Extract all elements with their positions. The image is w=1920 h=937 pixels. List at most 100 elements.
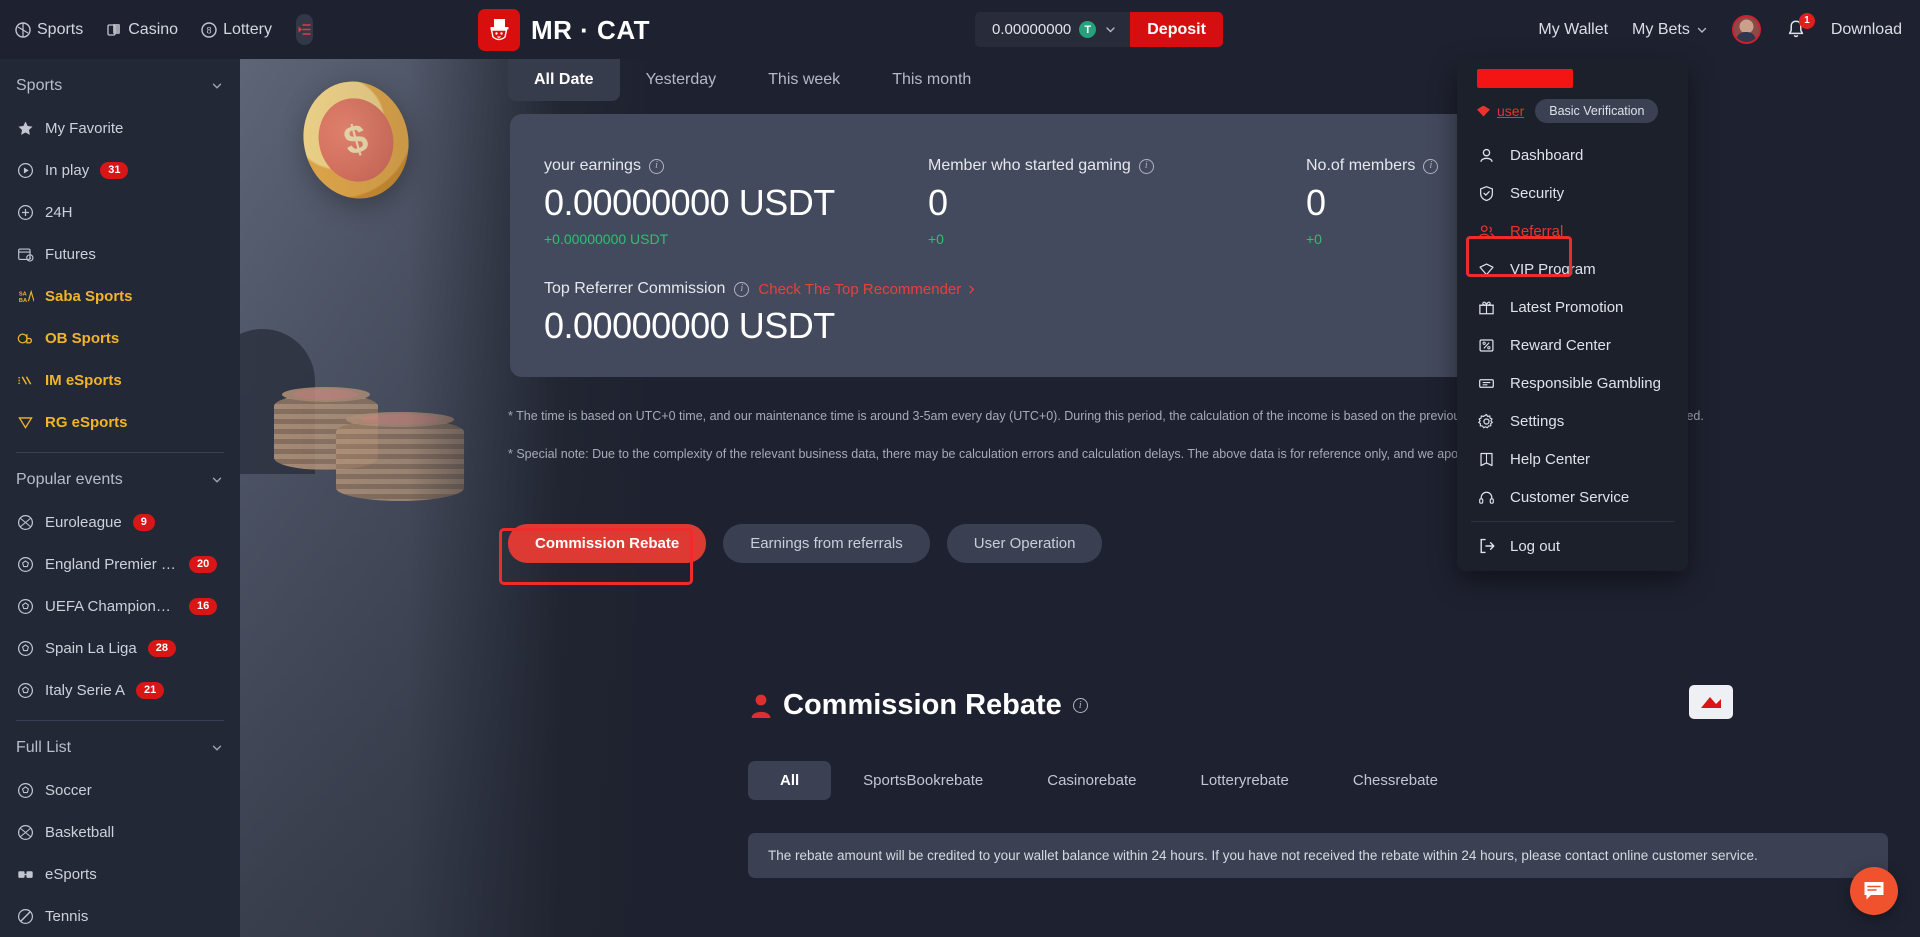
top-bar-left-nav: Sports Casino 8 Lottery bbox=[0, 0, 313, 59]
dropdown-item-label: Help Center bbox=[1510, 450, 1591, 468]
chevron-down-icon bbox=[210, 741, 224, 755]
mode-tab-user-operation[interactable]: User Operation bbox=[946, 524, 1103, 563]
stat-no-of-members: No.of members i 0 +0 bbox=[1306, 157, 1439, 247]
verification-badge[interactable]: Basic Verification bbox=[1535, 99, 1659, 123]
sidebar-item-24h[interactable]: 24H bbox=[16, 191, 224, 233]
mode-tab-earnings-from-referrals[interactable]: Earnings from referrals bbox=[723, 524, 930, 563]
sidebar-section-popular-events[interactable]: Popular events bbox=[16, 459, 224, 501]
sidebar-item-futures[interactable]: Futures bbox=[16, 233, 224, 275]
notifications-button[interactable]: 1 bbox=[1785, 12, 1815, 42]
deposit-button[interactable]: Deposit bbox=[1130, 12, 1223, 47]
chat-bubble-icon bbox=[1861, 878, 1887, 904]
topnav-item-sports[interactable]: Sports bbox=[14, 21, 83, 39]
app-root: $ Sports Casino 8 Lo bbox=[0, 0, 1920, 937]
dropdown-item-referral[interactable]: Referral bbox=[1457, 212, 1688, 250]
stat-value-members: 0 bbox=[1306, 182, 1326, 223]
rebate-tab-chessrebate[interactable]: Chessrebate bbox=[1321, 761, 1470, 800]
collapse-sidebar-icon bbox=[296, 21, 313, 38]
svg-text:8: 8 bbox=[206, 25, 211, 35]
sidebar-section-sports[interactable]: Sports bbox=[16, 65, 224, 107]
rebate-tab-sportsbookrebate[interactable]: SportsBookrebate bbox=[831, 761, 1015, 800]
dropdown-item-help-center[interactable]: Help Center bbox=[1457, 440, 1688, 478]
book-icon bbox=[1477, 450, 1496, 469]
rebate-tab-all[interactable]: All bbox=[748, 761, 832, 800]
brand-logo[interactable]: MR · CAT bbox=[478, 9, 650, 51]
sidebar-item-tennis[interactable]: Tennis bbox=[16, 895, 224, 937]
sidebar-section-full-list[interactable]: Full List bbox=[16, 727, 224, 769]
check-top-recommender-link[interactable]: Check The Top Recommender bbox=[758, 281, 977, 298]
sidebar-item-saba-sports[interactable]: SA BA Saba Sports bbox=[16, 275, 224, 317]
info-icon[interactable]: i bbox=[1072, 698, 1088, 713]
sidebar-item-ob-sports[interactable]: OB Sports bbox=[16, 317, 224, 359]
topnav-item-casino[interactable]: Casino bbox=[105, 21, 178, 39]
sidebar-item-badge: 31 bbox=[100, 161, 129, 179]
mode-tab-group: Commission Rebate Earnings from referrals… bbox=[508, 524, 1103, 563]
sidebar-item-esports[interactable]: eSports bbox=[16, 853, 224, 895]
balance-selector[interactable]: 0.00000000 T bbox=[975, 12, 1131, 47]
sidebar-item-soccer[interactable]: Soccer bbox=[16, 769, 224, 811]
shield-check-icon bbox=[1477, 184, 1496, 203]
dropdown-item-reward-center[interactable]: Reward Center bbox=[1457, 326, 1688, 364]
cat-top-hat-icon bbox=[478, 9, 520, 51]
date-tab-all-date[interactable]: All Date bbox=[508, 59, 620, 101]
sidebar-divider bbox=[16, 720, 224, 721]
dropdown-item-responsible-gambling[interactable]: Responsible Gambling bbox=[1457, 364, 1688, 402]
person-icon bbox=[750, 693, 772, 719]
my-wallet-link[interactable]: My Wallet bbox=[1538, 21, 1608, 39]
sidebar-item-england-premier-lea[interactable]: England Premier Lea... 20 bbox=[16, 543, 224, 585]
avatar[interactable] bbox=[1731, 15, 1761, 44]
dropdown-item-log-out[interactable]: Log out bbox=[1457, 527, 1688, 565]
info-icon[interactable]: i bbox=[1423, 158, 1439, 174]
diamond-icon bbox=[1477, 260, 1496, 279]
stat-value-earnings: 0.00000000 USDT bbox=[544, 182, 835, 223]
mode-tab-commission-rebate[interactable]: Commission Rebate bbox=[508, 524, 707, 563]
ob-icon bbox=[16, 329, 34, 347]
date-tab-this-month[interactable]: This month bbox=[866, 59, 997, 101]
dropdown-user-row: user Basic Verification bbox=[1457, 94, 1688, 136]
chevron-down-icon bbox=[1696, 24, 1708, 36]
dropdown-divider bbox=[1471, 521, 1674, 522]
sidebar-item-italy-serie-a[interactable]: Italy Serie A 21 bbox=[16, 669, 224, 711]
sidebar-item-my-favorite[interactable]: My Favorite bbox=[16, 107, 224, 149]
dropdown-item-label: Referral bbox=[1510, 222, 1564, 240]
rebate-tab-casinorebate[interactable]: Casinorebate bbox=[1015, 761, 1168, 800]
info-icon[interactable]: i bbox=[734, 281, 750, 297]
topnav-label-lottery: Lottery bbox=[223, 20, 272, 38]
user-level-link[interactable]: user bbox=[1477, 103, 1524, 119]
sidebar-item-euroleague[interactable]: Euroleague 9 bbox=[16, 501, 224, 543]
rebate-tab-lotteryrebate[interactable]: Lotteryrebate bbox=[1168, 761, 1320, 800]
sidebar-item-in-play[interactable]: In play 31 bbox=[16, 149, 224, 191]
sidebar-item-spain-la-liga[interactable]: Spain La Liga 28 bbox=[16, 627, 224, 669]
sidebar-item-badge: 21 bbox=[136, 681, 165, 699]
dropdown-item-label: Reward Center bbox=[1510, 336, 1611, 354]
sidebar-item-im-esports[interactable]: IM eSports bbox=[16, 359, 224, 401]
dropdown-item-settings[interactable]: Settings bbox=[1457, 402, 1688, 440]
dropdown-item-security[interactable]: Security bbox=[1457, 174, 1688, 212]
sidebar-item-basketball[interactable]: Basketball bbox=[16, 811, 224, 853]
info-icon[interactable]: i bbox=[1138, 158, 1154, 174]
topnav-item-lottery[interactable]: 8 Lottery bbox=[200, 21, 272, 39]
dropdown-label-log-out: Log out bbox=[1510, 537, 1561, 555]
date-tab-this-week[interactable]: This week bbox=[742, 59, 866, 101]
sidebar-item-rg-esports[interactable]: RG eSports bbox=[16, 401, 224, 443]
customer-chat-button[interactable] bbox=[1850, 867, 1898, 915]
download-link[interactable]: Download bbox=[1831, 21, 1902, 39]
sidebar-item-label: My Favorite bbox=[45, 119, 124, 137]
soccer-icon bbox=[16, 781, 34, 799]
stat-label-members-gaming: Member who started gaming i bbox=[928, 157, 1306, 175]
dropdown-item-customer-service[interactable]: Customer Service bbox=[1457, 478, 1688, 516]
sidebar-item-badge: 28 bbox=[147, 639, 176, 657]
user-icon bbox=[1477, 146, 1496, 165]
dropdown-item-dashboard[interactable]: Dashboard bbox=[1457, 136, 1688, 174]
dropdown-item-latest-promotion[interactable]: Latest Promotion bbox=[1457, 288, 1688, 326]
play-circle-icon bbox=[16, 161, 34, 179]
dropdown-item-vip-program[interactable]: VIP Program bbox=[1457, 250, 1688, 288]
collapse-sidebar-button[interactable] bbox=[295, 14, 313, 45]
gear-icon bbox=[1477, 412, 1496, 431]
notification-badge: 1 bbox=[1798, 12, 1815, 29]
sidebar-item-uefa-champions-lea[interactable]: UEFA Champions Lea... 16 bbox=[16, 585, 224, 627]
date-tab-yesterday[interactable]: Yesterday bbox=[620, 59, 743, 101]
my-bets-menu[interactable]: My Bets bbox=[1632, 21, 1708, 39]
info-icon[interactable]: i bbox=[648, 158, 664, 174]
ticket-icon bbox=[1477, 374, 1496, 393]
